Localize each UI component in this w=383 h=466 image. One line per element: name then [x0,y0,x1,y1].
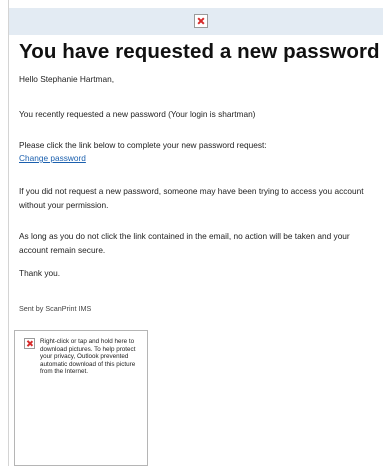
greeting-text: Hello Stephanie Hartman, [19,74,115,84]
requested-text: You recently requested a new password (Y… [19,109,256,119]
email-frame-border [8,0,9,466]
email-body: You have requested a new password Hello … [19,40,380,313]
change-password-link[interactable]: Change password [19,153,86,163]
warning-text-1: If you did not request a new password, s… [19,186,364,210]
blocked-image-placeholder[interactable]: Right-click or tap and hold here to down… [14,330,148,466]
sent-by-text: Sent by ScanPrint IMS [19,304,92,313]
broken-image-icon[interactable] [194,14,208,28]
instructions-text: Please click the link below to complete … [19,140,267,150]
broken-image-icon [24,338,35,349]
email-header-banner [9,8,383,35]
email-title: You have requested a new password [19,40,380,63]
thanks-text: Thank you. [19,268,61,278]
blocked-image-message: Right-click or tap and hold here to down… [40,338,136,376]
warning-text-2: As long as you do not click the link con… [19,231,350,255]
